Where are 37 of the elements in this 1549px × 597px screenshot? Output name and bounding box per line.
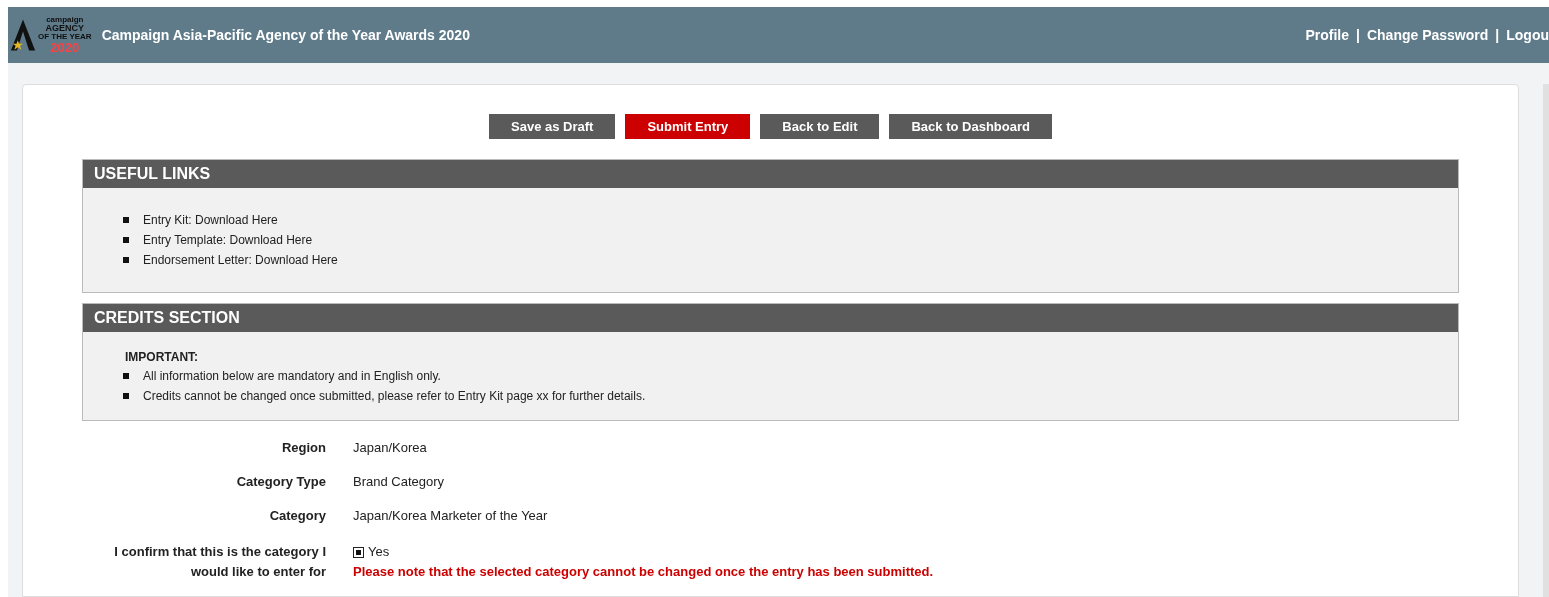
download-link[interactable]: Entry Kit: Download Here xyxy=(143,213,278,227)
warning-text: Please note that the selected category cannot be changed once the entry has been submitted. xyxy=(353,563,935,581)
panel-title: CREDITS SECTION xyxy=(83,304,1458,332)
field-label: Category xyxy=(268,508,326,523)
logo-text: AGENCY xyxy=(45,24,85,33)
download-link[interactable]: Entry Template: Download Here xyxy=(143,233,313,247)
important-heading: IMPORTANT: xyxy=(124,350,200,364)
bullet-icon xyxy=(123,217,129,223)
checkbox-label: Yes xyxy=(368,543,390,561)
site-title: Campaign Asia-Pacific Agency of the Year Awards 2020 xyxy=(101,27,471,43)
bullet-icon xyxy=(123,237,129,243)
bullet-icon xyxy=(123,373,129,379)
action-button[interactable]: Back to Edit xyxy=(760,114,880,139)
separator: | xyxy=(1356,27,1360,43)
field-value: Japan/Korea Marketer of the Year xyxy=(353,508,549,523)
header-link[interactable]: Logou xyxy=(1506,27,1549,43)
field-label: Category Type xyxy=(235,474,326,489)
header-link[interactable]: Profile xyxy=(1305,27,1349,43)
separator: | xyxy=(1495,27,1500,43)
action-button[interactable]: Back to Dashboard xyxy=(889,114,1052,139)
logo-text: 2020 xyxy=(50,41,80,54)
download-link[interactable]: Endorsement Letter: Download Here xyxy=(143,253,338,267)
logo-text: OF THE YEAR xyxy=(38,33,92,41)
checkbox[interactable] xyxy=(353,546,364,558)
field-label: I confirm that this is the category I would like to enter for xyxy=(113,543,326,581)
header-link[interactable]: Change Password xyxy=(1366,27,1489,43)
field-value: Japan/Korea xyxy=(353,440,428,455)
note-text: All information below are mandatory and in English only. xyxy=(143,369,441,383)
field-value: Brand Category xyxy=(353,474,446,489)
action-button[interactable]: Submit Entry xyxy=(625,114,751,139)
bullet-icon xyxy=(123,257,129,263)
bullet-icon xyxy=(123,393,129,399)
logo-text: campaign xyxy=(46,16,84,24)
panel-title: USEFUL LINKS xyxy=(83,160,1458,188)
action-button[interactable]: Save as Draft xyxy=(489,114,616,139)
field-label: Region xyxy=(280,440,326,455)
note-text: Credits cannot be changed once submitted, please refer to Entry Kit page xx for further details. xyxy=(143,389,646,403)
